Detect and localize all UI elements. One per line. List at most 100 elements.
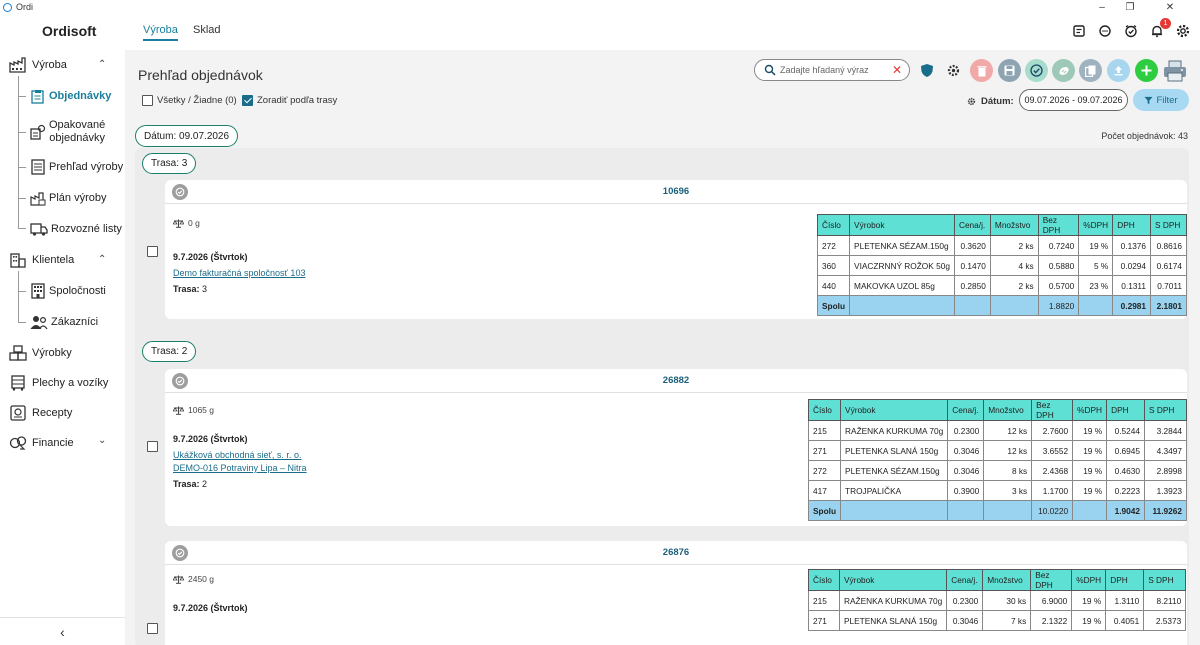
sidebar-item-zakaznici[interactable]: Zákazníci: [30, 314, 98, 330]
order-number[interactable]: 10696: [165, 186, 1187, 197]
sidebar-item-recepty[interactable]: Recepty: [9, 405, 72, 421]
cell-cislo: 440: [816, 275, 851, 296]
order-number[interactable]: 26876: [165, 547, 1187, 558]
cell-s-dph: 0.7011: [1150, 275, 1187, 296]
chevron-up-icon[interactable]: ⌃: [98, 59, 106, 70]
sidebar-label-financie: Financie: [32, 437, 74, 449]
order-number[interactable]: 26882: [165, 375, 1187, 386]
settings-gear-icon[interactable]: [1174, 22, 1192, 40]
sidebar-item-spolocnosti[interactable]: Spoločnosti: [30, 283, 106, 299]
close-window-button[interactable]: ✕: [1156, 0, 1184, 14]
sum-s-dph: 2.1801: [1150, 295, 1187, 316]
bake-button[interactable]: [1052, 59, 1075, 82]
cell-bez-dph: 0.5880: [1037, 255, 1080, 276]
cell-mnozstvo: 12 ks: [983, 420, 1033, 441]
cell-bez-dph: 0.5700: [1037, 275, 1080, 296]
col-s-dph: S DPH: [1143, 569, 1187, 591]
tab-vyroba[interactable]: Výroba: [143, 24, 178, 41]
sum-empty: [983, 500, 1033, 521]
table-row[interactable]: 271 PLETENKA SLANÁ 150g 0.3046 12 ks 3.6…: [807, 440, 1187, 461]
table-row[interactable]: 272 PLETENKA SÉZAM.150g 0.3620 2 ks 0.72…: [816, 235, 1187, 256]
sidebar-item-rozvozne-listy[interactable]: Rozvozné listy: [30, 221, 122, 237]
search-input[interactable]: Zadajte hľadaný výraz: [780, 65, 869, 75]
chevron-down-icon[interactable]: ⌄: [98, 435, 106, 446]
tree-branch: [18, 167, 26, 168]
col-bez-dph: Bez DPH: [1030, 569, 1073, 591]
order-items-table: Číslo Výrobok Cena/j. Množstvo Bez DPH %…: [807, 399, 1187, 521]
bread-icon: [1058, 66, 1069, 75]
check-circle-icon: [1030, 64, 1043, 77]
sidebar-item-financie[interactable]: Financie: [9, 435, 74, 451]
clear-search-icon[interactable]: ✕: [892, 63, 902, 77]
chat-icon[interactable]: [1096, 22, 1114, 40]
settings-button[interactable]: [942, 59, 965, 82]
minimize-button[interactable]: –: [1088, 0, 1116, 14]
sidebar-item-vyrobky[interactable]: Výrobky: [9, 345, 72, 361]
cell-dph: 0.2223: [1106, 480, 1146, 501]
sidebar-item-opakovane[interactable]: Opakované objednávky: [30, 119, 105, 145]
order-select-checkbox[interactable]: [147, 441, 158, 452]
cell-dph: 0.1376: [1112, 235, 1152, 256]
company-link[interactable]: Ukážková obchodná sieť, s. r. o.: [173, 450, 301, 460]
order-card-header: 26882: [165, 369, 1187, 393]
delete-button[interactable]: [970, 59, 993, 82]
company-link[interactable]: Demo fakturačná spoločnosť 103: [173, 268, 305, 278]
table-row[interactable]: 360 VIACZRNNÝ ROŽOK 50g 0.1470 4 ks 0.58…: [816, 255, 1187, 276]
sidebar-collapse-button[interactable]: ‹: [0, 617, 125, 645]
date-label-text: Dátum:: [981, 96, 1014, 107]
date-range-picker[interactable]: 09.07.2026 - 09.07.2026: [1019, 89, 1128, 111]
cell-cislo: 417: [807, 480, 842, 501]
copy-button[interactable]: [1079, 59, 1102, 82]
order-select-checkbox[interactable]: [147, 246, 158, 257]
order-items-table: Číslo Výrobok Cena/j. Množstvo Bez DPH %…: [816, 214, 1187, 316]
order-items-table: Číslo Výrobok Cena/j. Množstvo Bez DPH %…: [808, 569, 1187, 631]
sidebar-item-vyroba[interactable]: Výroba: [9, 57, 67, 73]
add-order-button[interactable]: [1135, 59, 1158, 82]
approve-button[interactable]: [1025, 59, 1048, 82]
maximize-button[interactable]: ❐: [1116, 0, 1144, 14]
alarm-clock-icon[interactable]: [1122, 22, 1140, 40]
table-row[interactable]: 417 TROJPALIČKA 0.3900 3 ks 1.1700 19 % …: [807, 480, 1187, 501]
save-button[interactable]: [998, 59, 1021, 82]
order-select-checkbox[interactable]: [147, 623, 158, 634]
sidebar-item-plechy[interactable]: Plechy a vozíky: [9, 375, 108, 391]
sidebar-item-prehlad-vyroby[interactable]: Prehľad výroby: [30, 159, 123, 175]
sidebar-item-klientela[interactable]: Klientela: [9, 252, 74, 268]
order-route: Trasa: 3: [173, 284, 207, 294]
select-all-checkbox[interactable]: [142, 95, 153, 106]
export-button[interactable]: [1107, 59, 1130, 82]
table-sum-row: Spolu 10.0220 1.9042 11.9262: [807, 500, 1187, 521]
table-row[interactable]: 440 MAKOVKA UZOL 85g 0.2850 2 ks 0.5700 …: [816, 275, 1187, 296]
search-box[interactable]: Zadajte hľadaný výraz ✕: [754, 59, 910, 81]
sort-by-route-checkbox[interactable]: [242, 95, 253, 106]
sidebar-label-spolocnosti: Spoločnosti: [49, 285, 106, 297]
tab-sklad[interactable]: Sklad: [193, 24, 221, 36]
print-button[interactable]: [1161, 59, 1189, 82]
bell-icon[interactable]: 1: [1148, 18, 1171, 40]
table-row[interactable]: 271 PLETENKA SLANÁ 150g 0.3046 7 ks 2.13…: [808, 610, 1187, 631]
table-header-row: Číslo Výrobok Cena/j. Množstvo Bez DPH %…: [807, 399, 1187, 421]
cell-s-dph: 4.3497: [1144, 440, 1187, 461]
sum-empty: [953, 295, 991, 316]
sort-by-route-option[interactable]: Zoradiť podľa trasy: [242, 95, 337, 106]
filter-button[interactable]: Filter: [1133, 89, 1189, 111]
cell-cislo: 272: [807, 460, 842, 481]
sidebar: Výroba ⌃ Objednávky Opakované objednávky…: [0, 50, 125, 645]
store-link[interactable]: DEMO-016 Potraviny Lipa – Nitra: [173, 463, 307, 473]
sum-label: Spolu: [816, 295, 851, 316]
table-row[interactable]: 215 RAŽENKA KURKUMA 70g 0.2300 12 ks 2.7…: [807, 420, 1187, 441]
cell-cena: 0.2300: [947, 420, 985, 441]
col-pct-dph: %DPH: [1078, 214, 1114, 236]
order-weight: 0 g: [173, 218, 200, 228]
sidebar-item-objednavky[interactable]: Objednávky: [30, 88, 111, 104]
sidebar-label-prehlad-vyroby: Prehľad výroby: [49, 161, 124, 173]
sum-dph: 1.9042: [1106, 500, 1146, 521]
select-all-option[interactable]: Všetky / Žiadne (0): [142, 95, 237, 106]
shield-button[interactable]: [915, 59, 938, 82]
sidebar-item-plan-vyroby[interactable]: Plán výroby: [30, 190, 106, 206]
sidebar-label-plan-vyroby: Plán výroby: [49, 192, 107, 204]
table-row[interactable]: 215 RAŽENKA KURKUMA 70g 0.2300 30 ks 6.9…: [808, 590, 1187, 611]
chevron-up-icon[interactable]: ⌃: [98, 254, 106, 265]
notes-icon[interactable]: [1070, 22, 1088, 40]
table-row[interactable]: 272 PLETENKA SÉZAM.150g 0.3046 8 ks 2.43…: [807, 460, 1187, 481]
